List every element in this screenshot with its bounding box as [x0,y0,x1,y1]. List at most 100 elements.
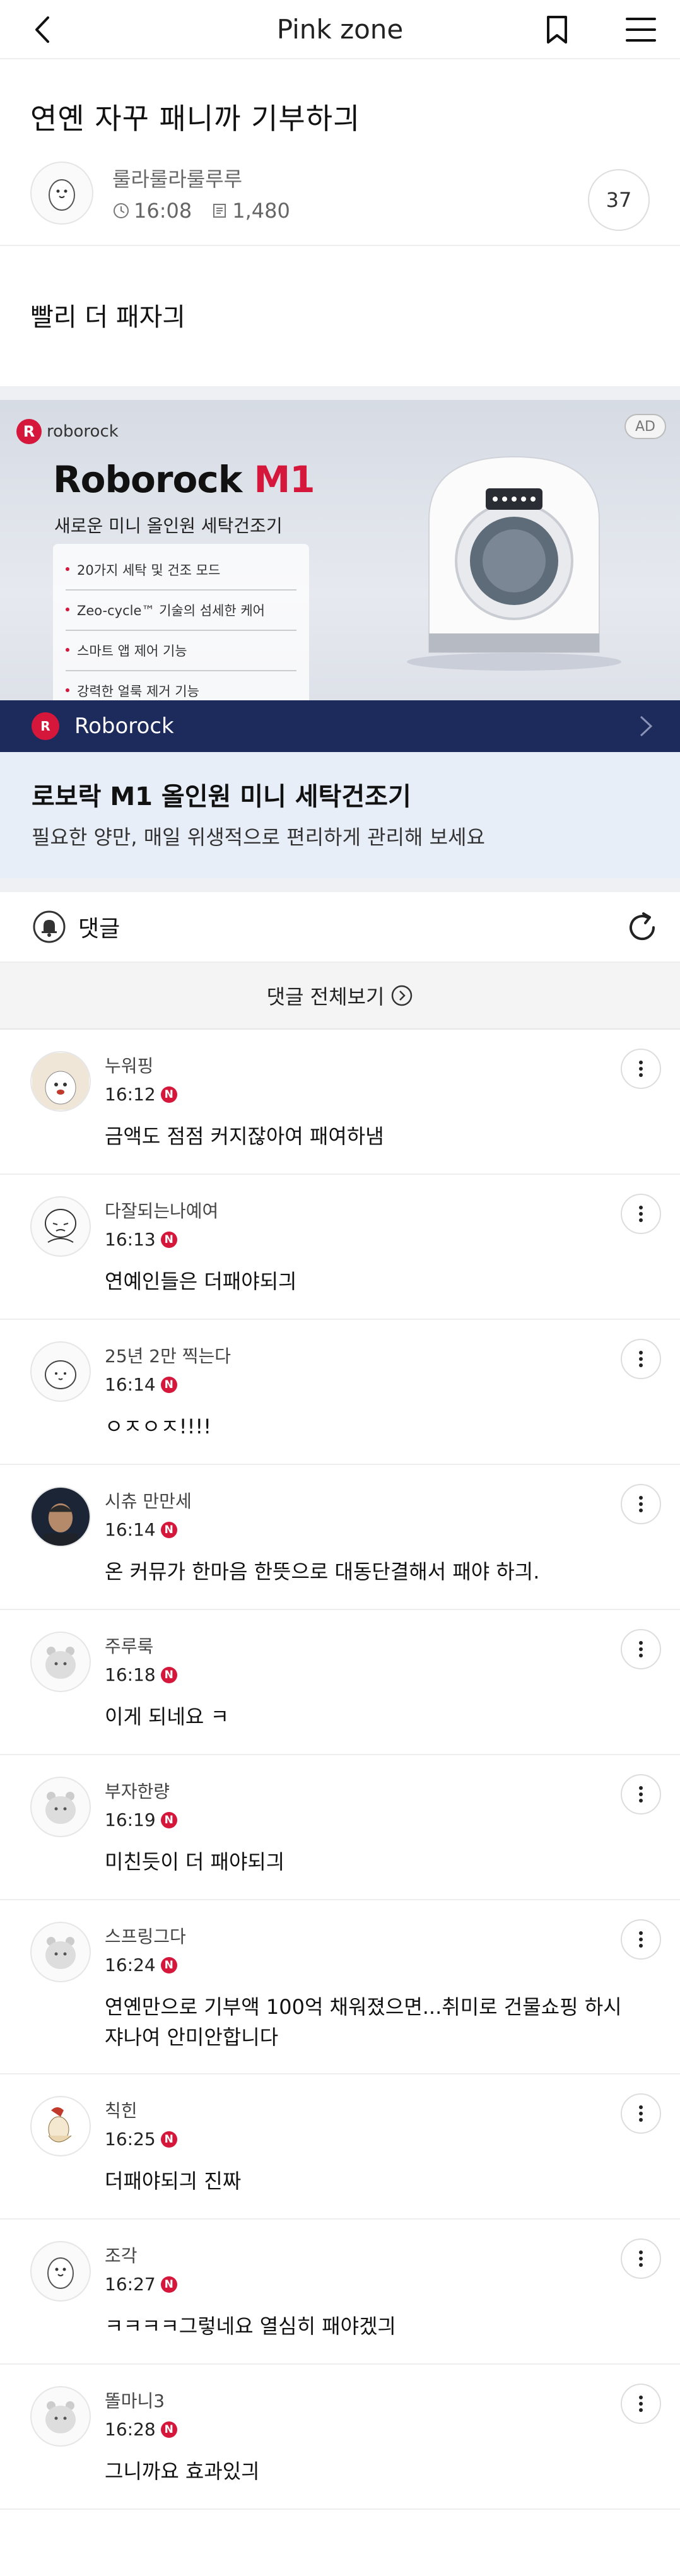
comment-count-button[interactable]: 37 [588,169,650,231]
more-vertical-icon [639,1786,643,1803]
comment-text: ㅇㅈㅇㅈ!!!! [105,1414,212,1438]
commenter-name[interactable]: 똘마니3 [105,2387,650,2413]
bell-icon[interactable] [33,910,66,943]
new-badge: N [160,2421,177,2438]
ad-brand-name: Roborock [74,714,174,739]
author-row: 룰라룰라룰루루 16:08 1,480 37 [0,138,680,232]
comment-time: 16:25 [105,2129,156,2150]
commenter-avatar[interactable] [30,1341,91,1402]
ad-feature: 20가지 세탁 및 건조 모드 [66,550,296,591]
commenter-name[interactable]: 스프링그다 [105,1923,650,1948]
post-time: 16:08 [134,199,192,223]
comment-time: 16:27 [105,2274,156,2295]
ad-product-name: Roborock M1 [53,458,315,501]
comment-time: 16:13 [105,1229,156,1250]
commenter-name[interactable]: 시츄 만만세 [105,1488,650,1513]
section-gap [0,386,680,400]
ad-badge: AD [624,414,666,439]
more-vertical-icon [639,2396,643,2412]
commenter-avatar[interactable] [30,1777,91,1837]
hamburger-menu-icon[interactable] [623,14,659,45]
new-badge: N [160,1956,177,1973]
new-badge: N [160,2276,177,2293]
comment-item: 누워핑 16:12 N 금액도 점점 커지잖아여 패여하냄 [0,1030,680,1175]
commenter-name[interactable]: 누워핑 [105,1052,650,1078]
ad-brand-bar[interactable]: R Roborock [0,700,680,752]
commenter-avatar[interactable] [30,1486,91,1547]
ad-description: 필요한 양만, 매일 위생적으로 편리하게 관리해 보세요 [32,825,485,849]
comment-item: 스프링그다 16:24 N 연옌만으로 기부액 100억 채워졌으면...취미로 … [0,1900,680,2074]
more-vertical-icon [639,2250,643,2267]
more-vertical-icon [639,1351,643,1367]
more-options-button[interactable] [621,1339,661,1379]
comment-text: 그니까요 효과있긔 [105,2459,260,2483]
more-vertical-icon [639,1931,643,1948]
ad-info[interactable]: 로보락 M1 올인원 미니 세탁건조기 필요한 양만, 매일 위생적으로 편리하… [0,752,680,878]
ad-banner[interactable]: Rroborock AD Roborock M1 새로운 미니 올인원 세탁건조… [0,400,680,752]
comment-time: 16:28 [105,2419,156,2440]
ad-feature: Zeo-cycle™ 기술의 섬세한 케어 [66,591,296,631]
section-gap [0,878,680,892]
more-vertical-icon [639,1641,643,1657]
more-options-button[interactable] [621,1049,661,1089]
new-badge: N [160,1231,177,1248]
clock-icon [114,203,129,218]
post-title: 연옌 자꾸 패니까 기부하긔 [30,102,361,136]
more-options-button[interactable] [621,1774,661,1814]
comment-item: 25년 2만 찍는다 16:14 N ㅇㅈㅇㅈ!!!! [0,1320,680,1465]
comment-time: 16:19 [105,1809,156,1830]
commenter-avatar[interactable] [30,2096,91,2156]
board-title: Pink zone [276,13,404,45]
commenter-avatar[interactable] [30,1632,91,1692]
comment-text: 온 커뮤가 한마음 한뜻으로 대동단결해서 패야 하긔. [105,1560,540,1584]
new-badge: N [160,1666,177,1683]
refresh-icon[interactable] [624,910,660,945]
comment-time: 16:12 [105,1084,156,1105]
commenter-name[interactable]: 부자한량 [105,1778,650,1803]
commenter-name[interactable]: 25년 2만 찍는다 [105,1343,650,1368]
commenter-name[interactable]: 주루룩 [105,1633,650,1658]
more-vertical-icon [639,1496,643,1512]
more-options-button[interactable] [621,1194,661,1234]
commenter-avatar[interactable] [30,2386,91,2447]
comment-time: 16:18 [105,1664,156,1685]
more-options-button[interactable] [621,2093,661,2134]
new-badge: N [160,1086,177,1103]
more-options-button[interactable] [621,2238,661,2279]
comment-time: 16:14 [105,1374,156,1395]
chevron-circle-right-icon [392,985,413,1006]
roborock-logo-icon: R [16,419,42,444]
comment-time: 16:14 [105,1519,156,1540]
chevron-left-icon[interactable] [28,14,59,45]
comment-text: 더패야되긔 진짜 [105,2169,242,2193]
commenter-avatar[interactable] [30,2241,91,2302]
comment-text: 연예인들은 더패야되긔 [105,1269,297,1293]
commenter-name[interactable]: 칙힌 [105,2097,650,2122]
comment-item: 똘마니3 16:28 N 그니까요 효과있긔 [0,2365,680,2510]
new-badge: N [160,2131,177,2148]
top-bar: Pink zone [0,0,680,59]
comment-time: 16:24 [105,1955,156,1975]
comments-label: 댓글 [78,916,120,942]
comment-text: 금액도 점점 커지잖아여 패여하냄 [105,1124,384,1148]
author-name[interactable]: 룰라룰라룰루루 [112,163,290,192]
bookmark-icon[interactable] [541,14,573,45]
post-views: 1,480 [232,199,290,223]
author-avatar[interactable] [30,162,93,225]
commenter-name[interactable]: 다잘되는나예여 [105,1197,650,1223]
comments-header: 댓글 [0,892,680,963]
more-options-button[interactable] [621,1919,661,1960]
more-options-button[interactable] [621,1484,661,1524]
more-options-button[interactable] [621,2384,661,2424]
ad-headline: 로보락 M1 올인원 미니 세탁건조기 [32,782,411,811]
commenter-name[interactable]: 조각 [105,2242,650,2267]
washer-dryer-image [407,456,621,671]
commenter-avatar[interactable] [30,1051,91,1112]
more-vertical-icon [639,1061,643,1077]
chevron-right-icon [640,715,653,737]
view-all-comments-button[interactable]: 댓글 전체보기 [0,963,680,1030]
commenter-avatar[interactable] [30,1922,91,1982]
commenter-avatar[interactable] [30,1196,91,1257]
more-options-button[interactable] [621,1629,661,1669]
comment-text: ㅋㅋㅋㅋ그렇네요 열심히 패야겠긔 [105,2314,396,2338]
